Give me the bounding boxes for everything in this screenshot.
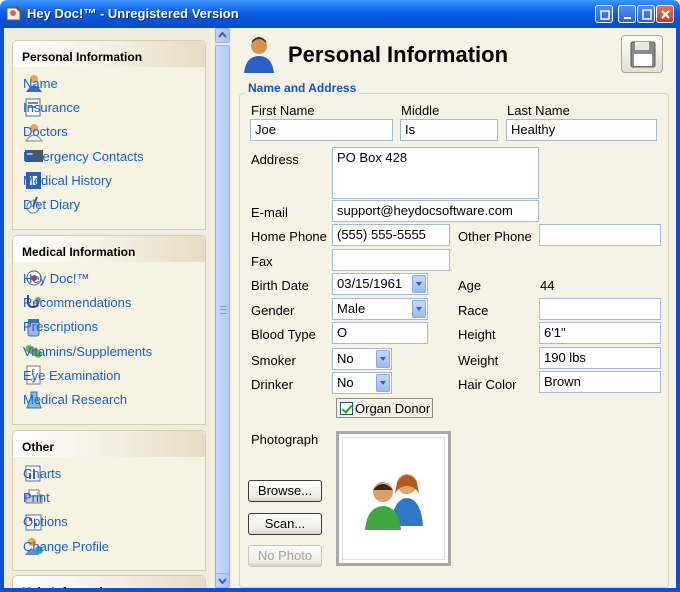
sidebar-item-change-profile[interactable]: Change Profile [23,534,205,558]
hair-color-field[interactable]: Brown [539,371,661,393]
birth-date-label: Birth Date [251,278,309,293]
scan-button[interactable]: Scan... [248,513,322,535]
address-label: Address [251,152,299,167]
sidebar-section-title: Help Information [13,576,205,588]
window-title: Hey Doc!™ - Unregistered Version [27,6,239,21]
drinker-label: Drinker [251,377,293,392]
height-field[interactable]: 6'1" [539,322,661,344]
chevron-down-icon[interactable] [376,350,390,368]
race-field[interactable] [539,298,661,320]
maximize-button[interactable] [637,5,655,23]
photograph-label: Photograph [251,432,319,447]
sidebar: Personal Information Name Insurance Doct… [4,28,211,588]
sidebar-item-insurance[interactable]: Insurance [23,95,205,119]
browse-button[interactable]: Browse... [248,480,322,502]
weight-field[interactable]: 190 lbs [539,347,661,369]
gender-label: Gender [251,303,295,318]
sidebar-section-title: Medical Information [13,236,205,262]
page-title: Personal Information [288,42,509,67]
sidebar-item-charts[interactable]: Charts [23,461,205,485]
checkmark-icon [340,401,353,415]
sidebar-item-prescriptions[interactable]: Prescriptions [23,315,205,339]
sidebar-item-medical-history[interactable]: Medical History [23,168,205,192]
scroll-thumb[interactable] [215,45,230,575]
title-bar[interactable]: Hey Doc!™ - Unregistered Version [0,0,680,28]
sidebar-scrollbar[interactable] [214,28,231,588]
sidebar-item-diet-diary[interactable]: Diet Diary [23,192,205,216]
chevron-down-icon[interactable] [412,275,426,293]
smoker-select[interactable]: No [332,348,392,370]
close-button[interactable] [656,5,674,23]
photograph-frame [336,431,451,566]
email-label: E-mail [251,205,288,220]
no-photo-button[interactable]: No Photo [248,545,322,567]
last-name-field[interactable]: Healthy [506,119,657,141]
first-name-field[interactable]: Joe [250,119,393,141]
email-field[interactable]: support@heydocsoftware.com [332,200,539,222]
last-name-label: Last Name [507,103,570,118]
age-label: Age [458,278,482,293]
chevron-down-icon[interactable] [412,300,426,318]
scroll-down-button[interactable] [215,573,230,588]
hair-color-label: Hair Color [458,377,517,392]
organ-donor-checkbox[interactable]: Organ Donor [336,398,434,418]
home-phone-label: Home Phone [251,229,327,244]
sidebar-item-doctors[interactable]: Doctors [23,120,205,144]
smoker-label: Smoker [251,353,296,368]
window-restore-button[interactable] [595,5,613,23]
people-placeholder-icon [365,474,423,530]
other-phone-label: Other Phone [458,229,532,244]
sidebar-item-name[interactable]: Name [23,71,205,95]
fax-label: Fax [251,254,273,269]
group-title: Name and Address [245,81,360,95]
app-icon [6,6,23,21]
birth-date-picker[interactable]: 03/15/1961 [332,273,428,295]
sidebar-item-vitamins[interactable]: Vitamins/Supplements [23,339,205,363]
floppy-disk-icon [630,41,656,68]
sidebar-item-medical-research[interactable]: Medical Research [23,387,205,411]
sidebar-section-title: Other [13,431,205,457]
main-panel: Personal Information Name and Address Fi… [231,28,676,588]
other-phone-field[interactable] [539,224,661,246]
sidebar-section-medical: Medical Information Hey Doc!™ Recommenda… [12,235,206,425]
sidebar-item-hey-doc[interactable]: Hey Doc!™ [23,266,205,290]
blood-type-field[interactable]: O [332,322,428,344]
scroll-up-button[interactable] [215,28,230,43]
sidebar-section-help: Help Information [12,575,206,588]
drinker-select[interactable]: No [332,372,392,394]
middle-field[interactable]: Is [400,119,498,141]
fax-field[interactable] [332,249,450,271]
age-value: 44 [540,278,555,293]
sidebar-section-other: Other Charts Print Options Change Profil… [12,430,206,571]
sidebar-item-emergency-contacts[interactable]: Emergency Contacts [23,144,205,168]
person-icon [244,37,274,73]
sidebar-item-print[interactable]: Print [23,485,205,509]
sidebar-section-personal: Personal Information Name Insurance Doct… [12,40,206,230]
sidebar-section-title: Personal Information [13,41,205,67]
minimize-button[interactable] [618,5,636,23]
race-label: Race [458,303,489,318]
sidebar-item-recommendations[interactable]: Recommendations [23,290,205,314]
save-button[interactable] [621,35,663,73]
first-name-label: First Name [251,103,315,118]
blood-type-label: Blood Type [251,327,316,342]
address-field[interactable]: PO Box 428 [332,147,539,199]
chevron-down-icon[interactable] [376,374,390,392]
weight-label: Weight [458,353,499,368]
middle-label: Middle [401,103,440,118]
gender-select[interactable]: Male [332,298,428,320]
home-phone-field[interactable]: (555) 555-5555 [332,224,450,246]
height-label: Height [458,327,496,342]
sidebar-item-eye-examination[interactable]: E FP Eye Examination [23,363,205,387]
sidebar-item-options[interactable]: Options [23,510,205,534]
